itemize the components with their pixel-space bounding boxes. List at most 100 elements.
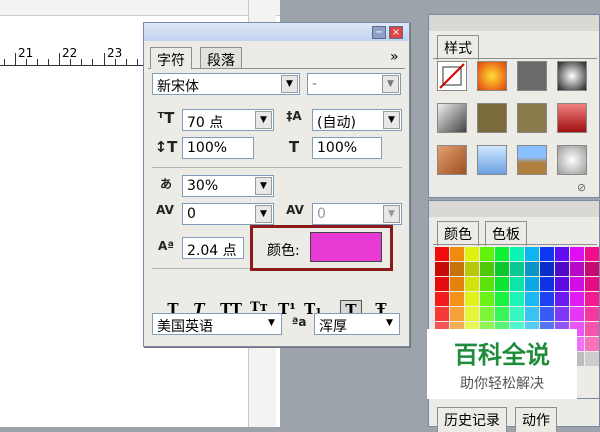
horizontal-scale-input[interactable]: 100% <box>312 137 382 159</box>
style-preset-cell[interactable] <box>477 61 507 91</box>
swatch-cell[interactable] <box>480 277 494 291</box>
swatch-cell[interactable] <box>435 277 449 291</box>
style-preset-cell[interactable] <box>437 103 467 133</box>
style-preset-cell[interactable] <box>477 145 507 175</box>
style-preset-cell[interactable] <box>517 61 547 91</box>
swatch-cell[interactable] <box>495 262 509 276</box>
swatch-cell[interactable] <box>570 307 584 321</box>
swatch-cell[interactable] <box>465 247 479 261</box>
swatch-cell[interactable] <box>555 262 569 276</box>
tab-character[interactable]: 字符 <box>150 47 192 69</box>
kerning-select[interactable]: 0 ▼ <box>182 203 274 225</box>
swatch-cell[interactable] <box>435 247 449 261</box>
chevron-down-icon: ▼ <box>268 318 275 328</box>
swatch-cell[interactable] <box>555 277 569 291</box>
close-button[interactable]: × <box>389 26 403 39</box>
swatch-cell[interactable] <box>540 262 554 276</box>
swatch-cell[interactable] <box>435 292 449 306</box>
swatch-cell[interactable] <box>555 292 569 306</box>
minimize-button[interactable]: − <box>372 26 386 39</box>
swatch-cell[interactable] <box>585 337 599 351</box>
style-preset-cell[interactable] <box>557 61 587 91</box>
language-select[interactable]: 美国英语 ▼ <box>152 313 282 335</box>
swatch-cell[interactable] <box>555 247 569 261</box>
style-preset-cell[interactable] <box>437 145 467 175</box>
style-preset-cell[interactable] <box>517 103 547 133</box>
swatch-cell[interactable] <box>450 307 464 321</box>
swatch-cell[interactable] <box>585 322 599 336</box>
swatch-cell[interactable] <box>450 277 464 291</box>
tsume-select[interactable]: 30% ▼ <box>182 175 274 197</box>
swatch-cell[interactable] <box>585 352 599 366</box>
swatch-cell[interactable] <box>465 307 479 321</box>
panel-menu-icon[interactable]: » <box>390 49 399 65</box>
style-preset-cell[interactable] <box>557 103 587 133</box>
swatch-cell[interactable] <box>585 307 599 321</box>
leading-select[interactable]: (自动) ▼ <box>312 109 402 131</box>
swatch-cell[interactable] <box>480 247 494 261</box>
style-none-cell[interactable] <box>437 61 467 91</box>
tab-paragraph[interactable]: 段落 <box>200 47 242 69</box>
chevron-down-icon: ▼ <box>281 75 298 93</box>
swatch-cell[interactable] <box>525 277 539 291</box>
swatch-cell[interactable] <box>465 292 479 306</box>
vertical-scale-input[interactable]: 100% <box>182 137 254 159</box>
swatch-cell[interactable] <box>510 247 524 261</box>
swatch-cell[interactable] <box>480 307 494 321</box>
tab-actions[interactable]: 动作 <box>515 407 557 432</box>
tab-styles[interactable]: 样式 <box>437 35 479 60</box>
swatch-cell[interactable] <box>570 262 584 276</box>
swatch-cell[interactable] <box>585 247 599 261</box>
swatch-cell[interactable] <box>495 307 509 321</box>
swatch-cell[interactable] <box>480 292 494 306</box>
swatch-cell[interactable] <box>525 307 539 321</box>
swatch-cell[interactable] <box>510 277 524 291</box>
clear-style-icon[interactable]: ⊘ <box>577 181 586 194</box>
style-preset-cell[interactable] <box>517 145 547 175</box>
swatch-cell[interactable] <box>450 247 464 261</box>
swatch-cell[interactable] <box>495 247 509 261</box>
swatch-cell[interactable] <box>510 307 524 321</box>
swatch-cell[interactable] <box>465 262 479 276</box>
character-panel: − × 字符 段落 » 新宋体 ▼ - ▼ ᵀT 70 点 ▼ ‡A (自动) … <box>143 22 410 347</box>
swatch-cell[interactable] <box>465 277 479 291</box>
swatch-cell[interactable] <box>435 262 449 276</box>
swatch-cell[interactable] <box>570 247 584 261</box>
swatch-cell[interactable] <box>585 292 599 306</box>
tracking-select[interactable]: 0 ▼ <box>312 203 402 225</box>
swatch-cell[interactable] <box>495 277 509 291</box>
swatch-cell[interactable] <box>555 307 569 321</box>
no-style-icon <box>439 63 465 89</box>
swatch-cell[interactable] <box>585 277 599 291</box>
swatch-cell[interactable] <box>570 277 584 291</box>
swatch-cell[interactable] <box>510 262 524 276</box>
tab-history[interactable]: 历史记录 <box>437 407 507 432</box>
swatch-cell[interactable] <box>585 262 599 276</box>
swatch-cell[interactable] <box>480 262 494 276</box>
baseline-shift-input[interactable]: 2.04 点 <box>182 237 244 259</box>
swatch-cell[interactable] <box>540 247 554 261</box>
swatch-cell[interactable] <box>570 292 584 306</box>
swatch-cell[interactable] <box>495 292 509 306</box>
swatch-cell[interactable] <box>540 277 554 291</box>
swatch-cell[interactable] <box>540 307 554 321</box>
swatch-cell[interactable] <box>510 292 524 306</box>
anti-alias-select[interactable]: 浑厚 ▼ <box>314 313 400 335</box>
text-color-swatch[interactable] <box>310 232 382 262</box>
tab-color[interactable]: 颜色 <box>437 221 479 246</box>
tab-swatches[interactable]: 色板 <box>485 221 527 246</box>
swatch-cell[interactable] <box>525 292 539 306</box>
style-preset-cell[interactable] <box>557 145 587 175</box>
swatch-cell[interactable] <box>450 262 464 276</box>
font-style-select[interactable]: - ▼ <box>307 73 401 95</box>
font-family-select[interactable]: 新宋体 ▼ <box>152 73 300 95</box>
swatch-cell[interactable] <box>525 247 539 261</box>
baseline-shift-icon: Aª <box>157 239 175 253</box>
swatch-cell[interactable] <box>525 262 539 276</box>
style-preset-cell[interactable] <box>477 103 507 133</box>
swatch-cell[interactable] <box>450 292 464 306</box>
swatch-cell[interactable] <box>435 307 449 321</box>
swatch-cell[interactable] <box>540 292 554 306</box>
panel-title-bar[interactable] <box>144 23 409 41</box>
font-size-select[interactable]: 70 点 ▼ <box>182 109 274 131</box>
